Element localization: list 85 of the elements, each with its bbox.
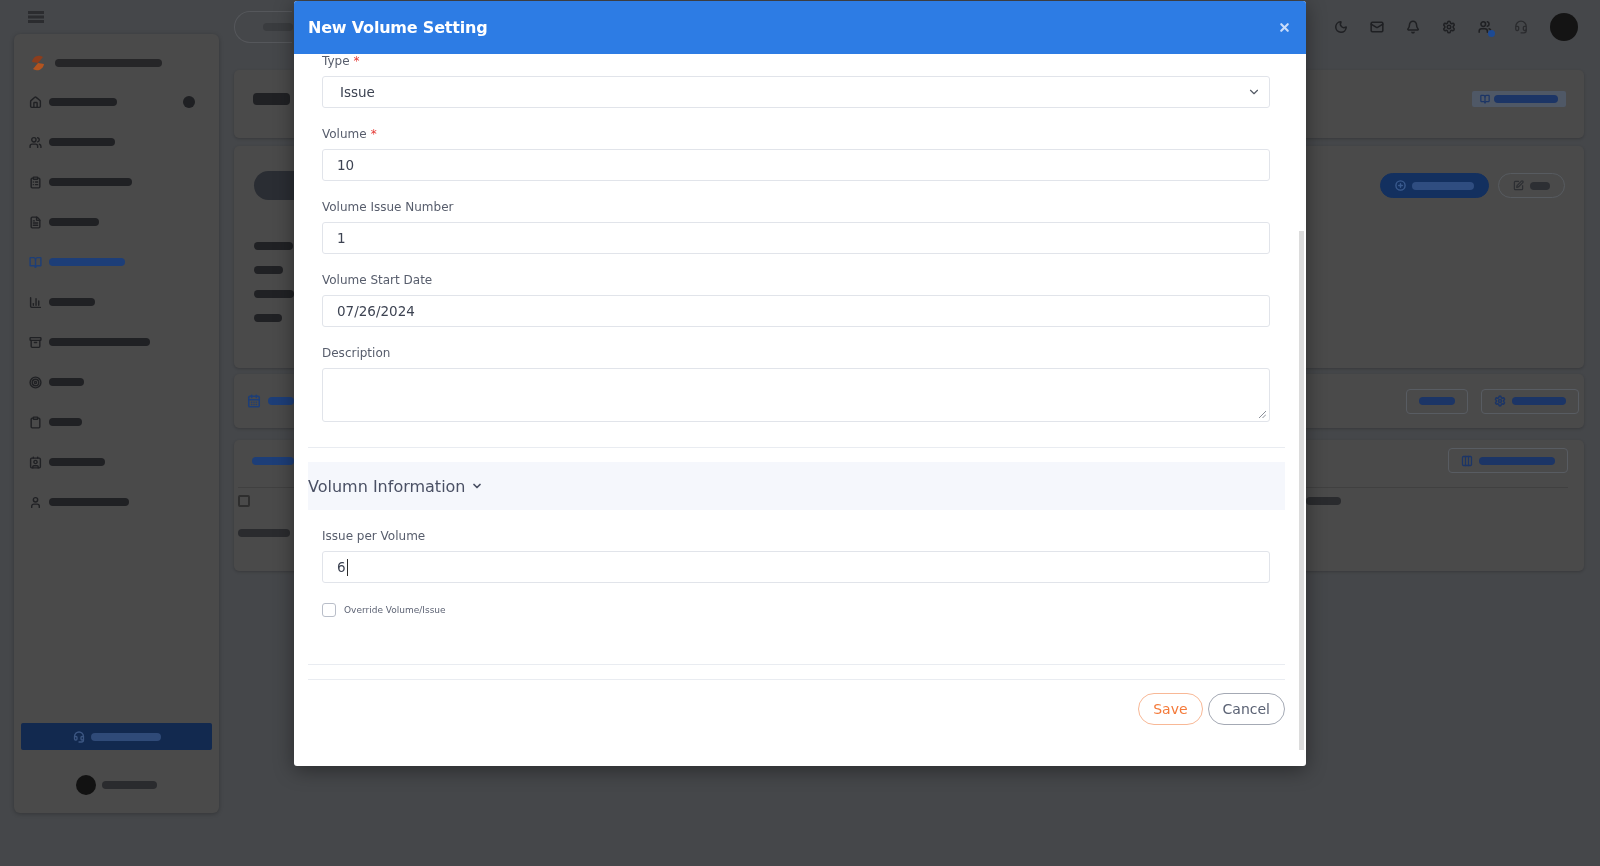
status-dot-icon [1488, 30, 1495, 37]
pill-tab[interactable] [254, 171, 294, 200]
help-button[interactable] [21, 723, 212, 750]
text-bar [49, 98, 117, 106]
text-bar [49, 138, 115, 146]
text-bar [238, 529, 290, 537]
gear-icon[interactable] [1442, 20, 1456, 34]
badge[interactable] [1472, 91, 1566, 107]
text-bar [254, 266, 283, 274]
scrollbar-thumb[interactable] [1299, 231, 1304, 750]
field-label: Description [322, 346, 391, 360]
clipboard-icon [29, 415, 42, 429]
calendar-icon [247, 394, 261, 408]
outline-button[interactable] [1406, 388, 1468, 414]
checkbox-label: Override Volume/Issue [344, 605, 446, 615]
checkbox[interactable] [322, 603, 336, 617]
text-bar [90, 732, 161, 741]
clipboard-list-icon [29, 175, 42, 189]
text-bar [49, 218, 99, 226]
text-bar [263, 23, 293, 31]
close-button[interactable] [1278, 21, 1291, 34]
outline-button[interactable] [1448, 448, 1568, 473]
text-bar [253, 93, 290, 105]
headset-icon [72, 730, 85, 743]
bell-icon[interactable] [1406, 20, 1420, 34]
avatar[interactable] [76, 775, 96, 795]
columns-icon [1461, 454, 1473, 467]
field-label: Type * [322, 54, 360, 68]
text-cursor-icon [346, 558, 348, 576]
text-bar [49, 418, 82, 426]
book-icon [29, 255, 42, 269]
gear-icon [1494, 395, 1506, 407]
text-bar [254, 314, 282, 322]
textarea-field[interactable] [322, 368, 1270, 422]
input-field[interactable]: 07/26/2024 [322, 295, 1270, 327]
headset-icon[interactable] [1514, 20, 1528, 34]
input-field[interactable]: 6 [322, 551, 1270, 583]
cancel-button[interactable]: Cancel [1207, 693, 1285, 725]
menu-icon[interactable] [28, 11, 44, 23]
text-bar [254, 290, 294, 298]
pencil-icon [1513, 180, 1524, 191]
text-bar [1306, 497, 1341, 505]
text-bar [252, 456, 294, 465]
plus-circle-icon [1395, 180, 1406, 191]
text-bar [1412, 181, 1474, 190]
home-icon [29, 95, 42, 109]
envelope-icon[interactable] [1370, 20, 1384, 34]
target-icon [29, 375, 42, 389]
text-bar [49, 378, 84, 386]
contact-card-icon [29, 455, 42, 469]
text-bar [1494, 95, 1558, 103]
input-field[interactable]: 10 [322, 149, 1270, 181]
bar-chart-icon [29, 295, 42, 309]
text-bar [1530, 181, 1550, 190]
text-bar [1419, 397, 1455, 405]
text-bar [254, 242, 293, 250]
outline-button[interactable] [1481, 388, 1579, 414]
moon-icon[interactable] [1334, 20, 1348, 34]
checkbox[interactable] [238, 495, 250, 507]
select-field[interactable]: Issue [322, 76, 1270, 108]
users-icon[interactable] [1478, 20, 1492, 34]
text-bar [49, 458, 105, 466]
input-field[interactable]: 1 [322, 222, 1270, 254]
circle-icon[interactable] [183, 96, 195, 108]
person-icon [29, 495, 42, 509]
archive-icon [29, 335, 42, 349]
modal-title: New Volume Setting [308, 18, 488, 37]
resize-grip-icon[interactable] [1259, 411, 1266, 418]
text-bar [268, 397, 294, 405]
pill-button[interactable] [1380, 173, 1489, 198]
close-icon [1278, 21, 1291, 34]
book-icon [1480, 94, 1490, 104]
logo-icon [29, 54, 47, 72]
tab[interactable] [247, 394, 294, 408]
field-label: Volume Issue Number [322, 200, 454, 214]
text-bar [1512, 397, 1566, 405]
users-icon [29, 135, 42, 149]
field-label: Volume Start Date [322, 273, 433, 287]
text-bar [102, 781, 157, 789]
field-label: Issue per Volume [322, 529, 426, 543]
document-icon [29, 215, 42, 229]
text-bar [49, 298, 95, 306]
section-header[interactable]: Volumn Information [308, 462, 1285, 510]
field-label: Volume * [322, 127, 377, 141]
avatar[interactable] [1550, 13, 1578, 41]
